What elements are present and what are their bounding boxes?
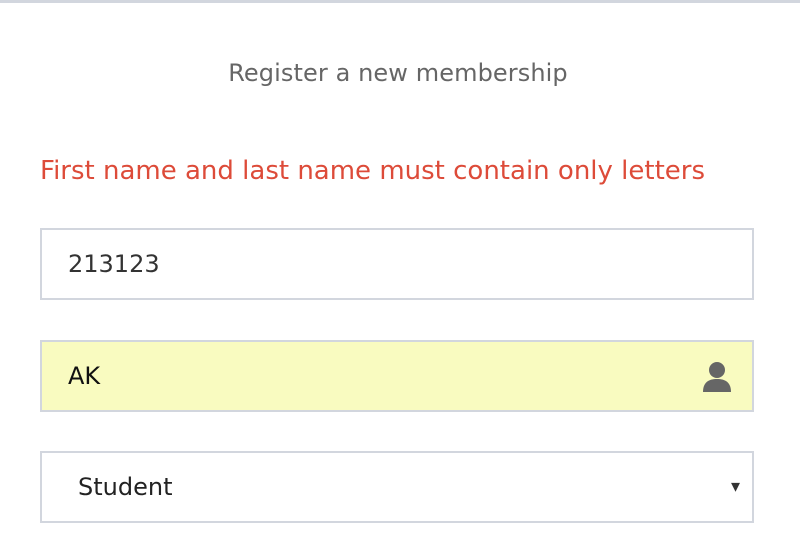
first-name-input[interactable] (42, 230, 752, 298)
first-name-field (40, 228, 754, 300)
user-icon (703, 362, 731, 392)
last-name-field (40, 340, 754, 412)
role-select[interactable]: Student ▾ (40, 451, 754, 523)
register-card: Register a new membership First name and… (0, 3, 800, 542)
chevron-down-icon: ▾ (730, 476, 740, 497)
last-name-input[interactable] (42, 342, 752, 410)
role-select-value: Student (78, 473, 173, 501)
register-box-message: Register a new membership (228, 59, 568, 87)
name-error-message: First name and last name must contain on… (40, 156, 706, 186)
